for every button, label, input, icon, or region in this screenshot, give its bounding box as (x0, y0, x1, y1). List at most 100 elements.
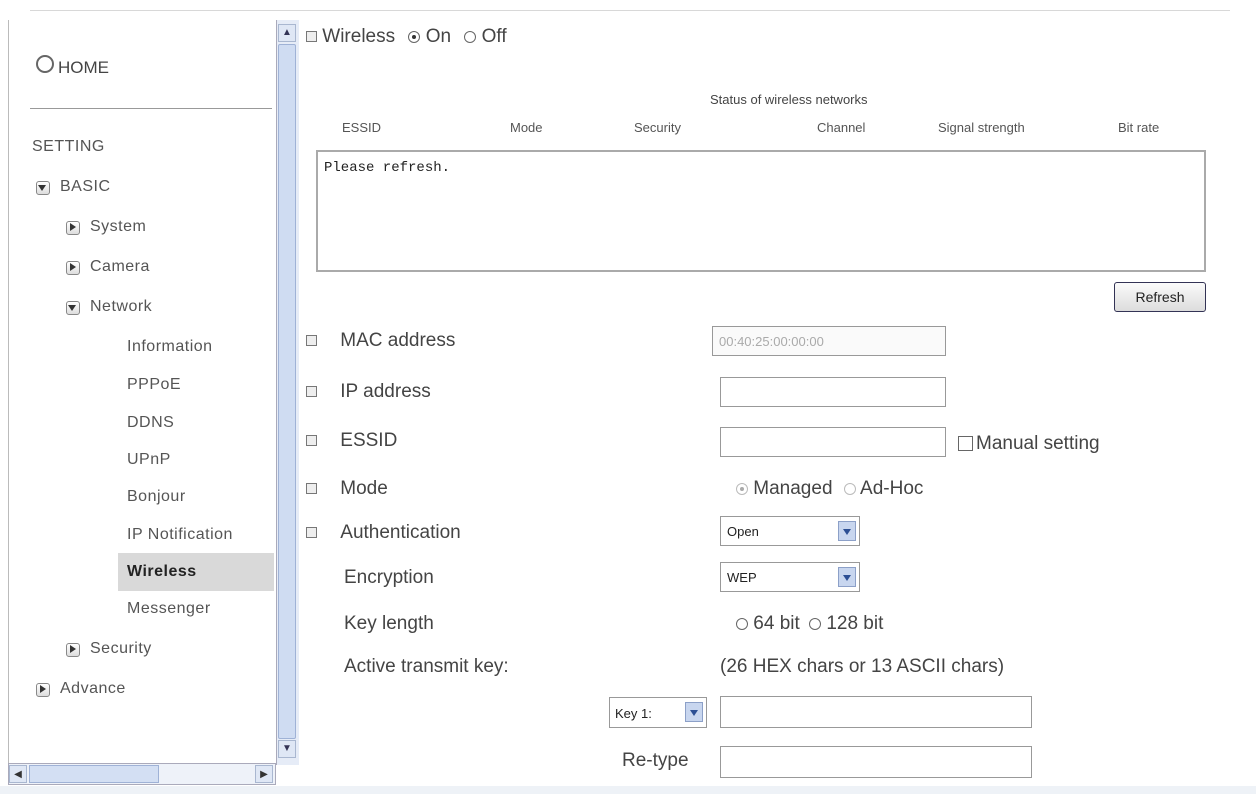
encryption-value: WEP (727, 570, 757, 585)
essid-row: ESSID (306, 430, 397, 452)
main-content: Wireless On Off Status of wireless netwo… (300, 20, 1256, 778)
expand-down-icon (36, 180, 50, 195)
essid-label: ESSID (340, 430, 398, 451)
wireless-on-label: On (425, 26, 452, 47)
scroll-thumb[interactable] (29, 765, 159, 783)
sidebar-vertical-scrollbar[interactable]: ▲ ▼ (276, 20, 299, 765)
ip-address-field[interactable] (720, 377, 946, 407)
home-icon (36, 55, 54, 73)
key-field[interactable] (720, 696, 1032, 728)
authentication-row: Authentication (306, 522, 461, 544)
adhoc-radio[interactable] (843, 482, 856, 495)
scroll-right-button[interactable]: ▶ (255, 765, 273, 783)
sidebar-item-security[interactable]: Security (66, 640, 152, 658)
bullet-icon (306, 435, 317, 447)
scroll-left-button[interactable]: ◀ (9, 765, 27, 783)
sidebar-item-bonjour[interactable]: Bonjour (127, 488, 186, 506)
key-index-value: Key 1: (615, 706, 652, 721)
scroll-up-button[interactable]: ▲ (278, 24, 296, 42)
wireless-on-radio[interactable] (408, 30, 421, 43)
manual-setting[interactable]: Manual setting (958, 433, 1100, 455)
expand-right-icon (36, 682, 50, 697)
sidebar-item-camera[interactable]: Camera (66, 258, 150, 276)
setting-heading: SETTING (32, 138, 105, 155)
key-hint: (26 HEX chars or 13 ASCII chars) (720, 656, 1005, 677)
status-message: Please refresh. (324, 160, 451, 176)
sidebar-horizontal-scrollbar[interactable]: ◀ ▶ (8, 763, 276, 785)
scroll-down-button[interactable]: ▼ (278, 740, 296, 758)
column-header: ESSID (342, 120, 382, 135)
sidebar-item-label: Security (90, 640, 152, 657)
sidebar-item-wireless[interactable]: Wireless (127, 563, 197, 581)
key-128-label: 128 bit (826, 613, 884, 634)
sidebar: HOME SETTING BASIC System Camera Network… (0, 20, 276, 765)
status-title: Status of wireless networks (710, 92, 868, 107)
essid-field[interactable] (720, 427, 946, 457)
adhoc-label: Ad-Hoc (860, 478, 924, 499)
wireless-off-radio[interactable] (464, 30, 477, 43)
managed-radio[interactable] (736, 482, 748, 495)
wireless-networks-list[interactable]: Please refresh. (316, 150, 1206, 272)
bullet-icon (306, 527, 317, 539)
sidebar-item-upnp[interactable]: UPnP (127, 451, 171, 469)
sidebar-item-information[interactable]: Information (127, 338, 213, 356)
mode-options: Managed Ad-Hoc (736, 478, 923, 500)
authentication-value: Open (727, 524, 759, 539)
sidebar-item-system[interactable]: System (66, 218, 146, 236)
refresh-button[interactable]: Refresh (1114, 282, 1206, 312)
retype-field[interactable] (720, 746, 1032, 778)
wireless-label: Wireless (322, 26, 396, 47)
retype-label: Re-type (622, 750, 689, 771)
column-header: Security (634, 120, 681, 135)
authentication-label: Authentication (340, 522, 461, 543)
status-bar (0, 786, 1256, 794)
encryption-select[interactable]: WEP (720, 562, 860, 592)
chevron-down-icon (838, 521, 856, 541)
manual-setting-label: Manual setting (976, 433, 1100, 454)
mac-label: MAC address (340, 330, 456, 351)
home-link[interactable]: HOME (36, 55, 109, 78)
ip-row: IP address (306, 381, 431, 403)
column-header: Channel (817, 120, 866, 135)
sidebar-item-label: BASIC (60, 178, 111, 195)
bullet-icon (306, 31, 317, 43)
sidebar-border (8, 20, 9, 765)
sidebar-item-basic[interactable]: BASIC (36, 178, 111, 196)
chevron-down-icon (685, 702, 703, 722)
sidebar-item-label: Camera (90, 258, 150, 275)
bullet-icon (306, 386, 317, 398)
sidebar-item-label: Network (90, 298, 153, 315)
expand-right-icon (66, 260, 80, 275)
sidebar-item-pppoe[interactable]: PPPoE (127, 376, 181, 394)
wireless-toggle-row: Wireless On Off (306, 26, 507, 48)
key-length-options: 64 bit 128 bit (736, 613, 883, 635)
key-64-radio[interactable] (736, 617, 748, 630)
column-header: Signal strength (938, 120, 1025, 135)
key-64-label: 64 bit (753, 613, 800, 634)
top-divider (30, 10, 1230, 11)
managed-label: Managed (753, 478, 833, 499)
ip-label: IP address (340, 381, 431, 402)
sidebar-item-ddns[interactable]: DDNS (127, 414, 174, 432)
expand-right-icon (66, 220, 80, 235)
key-index-select[interactable]: Key 1: (609, 697, 707, 728)
column-header: Mode (510, 120, 543, 135)
sidebar-item-label: Advance (60, 680, 126, 697)
expand-right-icon (66, 642, 80, 657)
expand-down-icon (66, 300, 80, 315)
sidebar-item-ip-notification[interactable]: IP Notification (127, 526, 233, 544)
scroll-thumb[interactable] (278, 44, 296, 739)
sidebar-item-messenger[interactable]: Messenger (127, 600, 211, 618)
authentication-select[interactable]: Open (720, 516, 860, 546)
encryption-label: Encryption (344, 567, 434, 588)
sidebar-item-advance[interactable]: Advance (36, 680, 126, 698)
sidebar-item-label: System (90, 218, 147, 235)
sidebar-item-network[interactable]: Network (66, 298, 152, 316)
active-key-label: Active transmit key: (344, 656, 509, 677)
manual-setting-checkbox[interactable] (958, 436, 973, 452)
column-header: Bit rate (1118, 120, 1160, 135)
key-128-radio[interactable] (809, 617, 822, 630)
mac-address-field (712, 326, 946, 356)
bullet-icon (306, 335, 317, 347)
bullet-icon (306, 483, 317, 495)
